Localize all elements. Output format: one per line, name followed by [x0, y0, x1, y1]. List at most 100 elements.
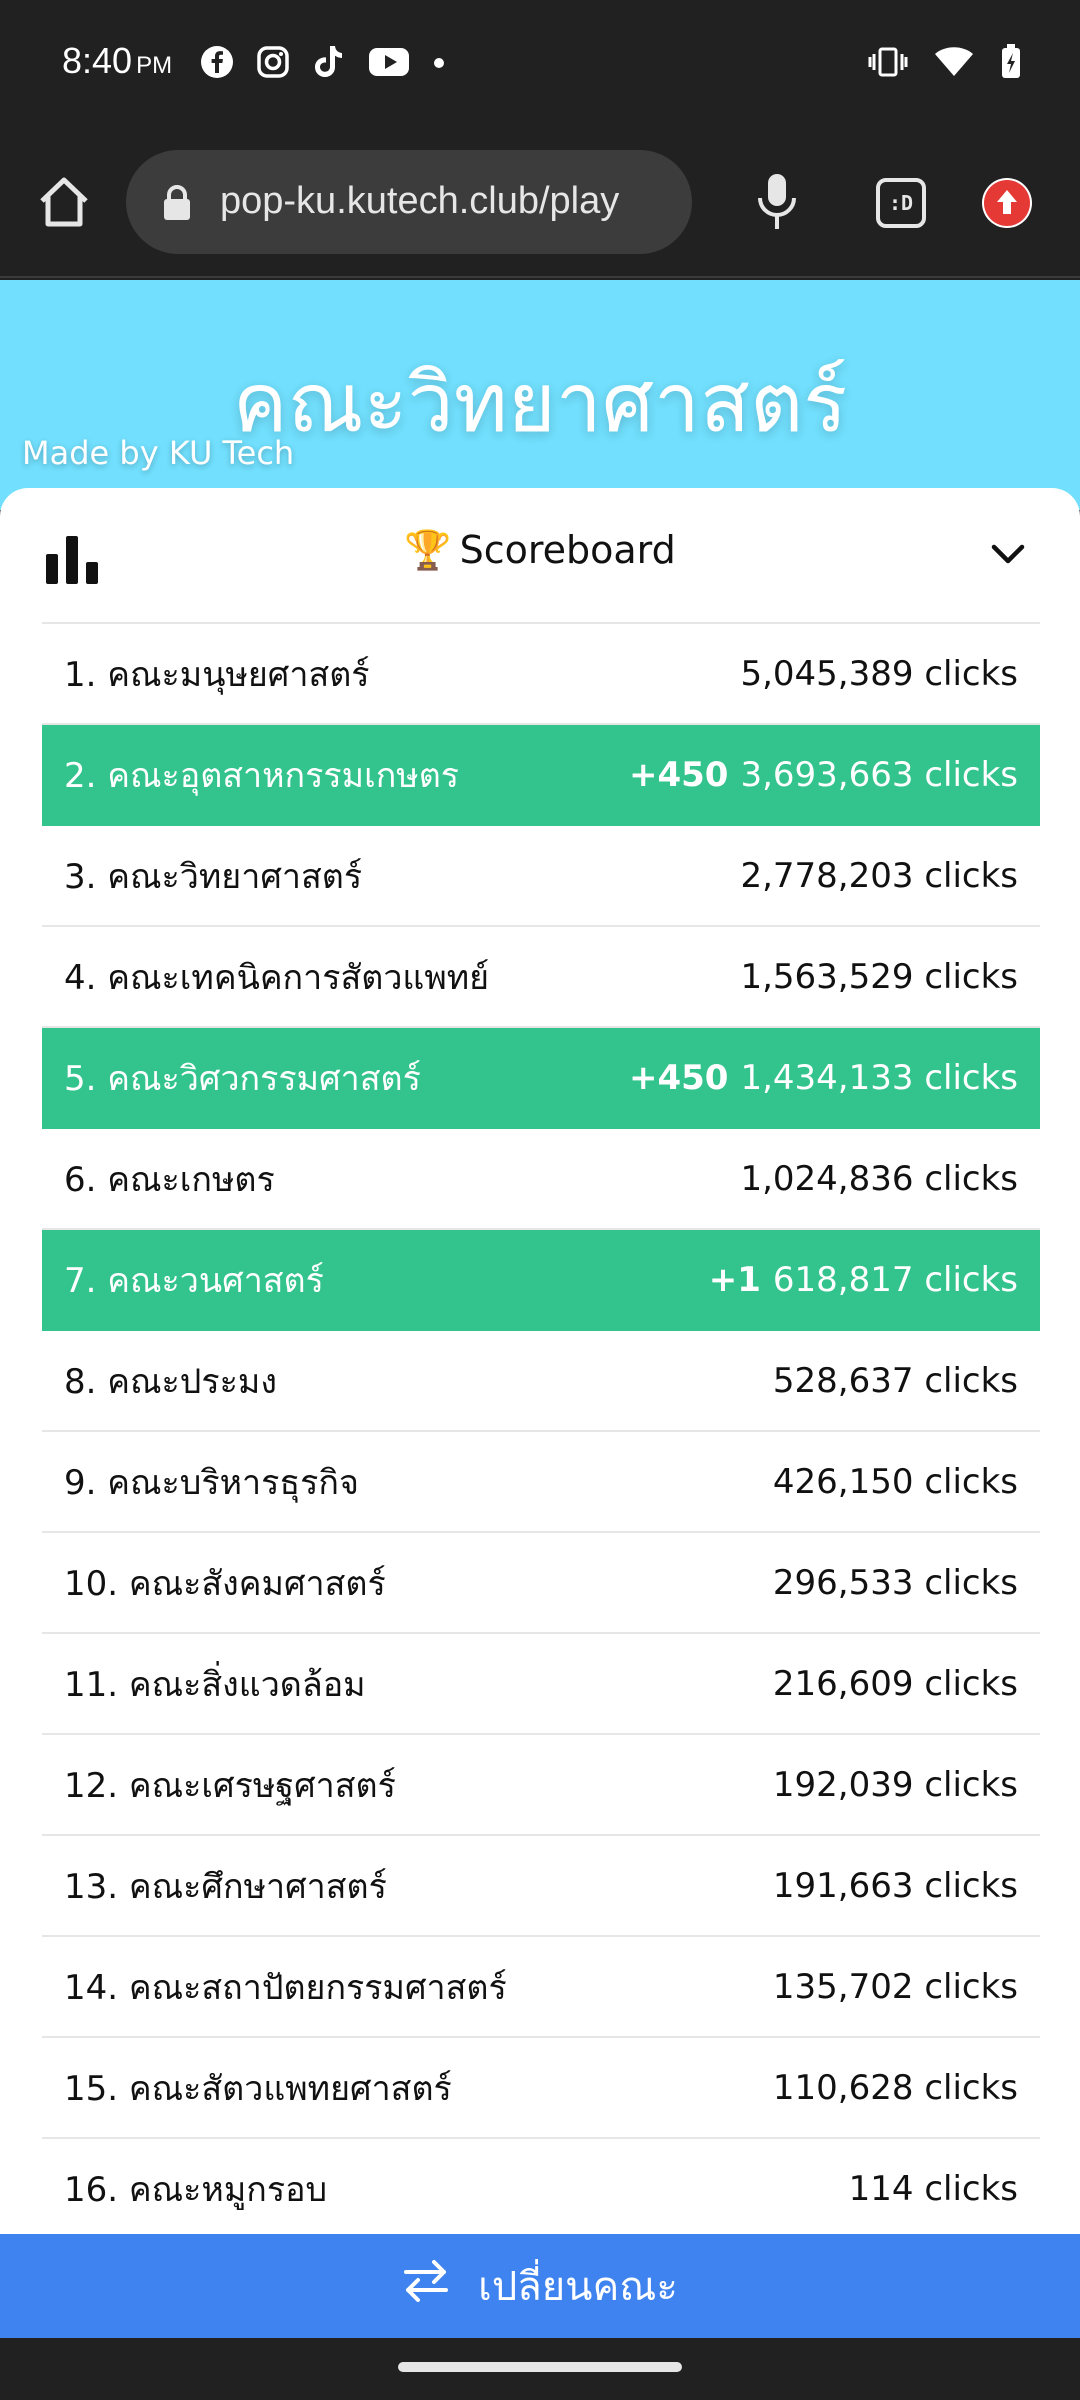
click-count: 528,637 clicks — [772, 1360, 1018, 1401]
faculty-name: 14. คณะสถาปัตยกรรมศาสตร์ — [64, 1967, 507, 2008]
home-icon — [40, 177, 88, 227]
click-count: 2,778,203 clicks — [740, 855, 1018, 896]
score-group: 192,039 clicks — [773, 1765, 1018, 1805]
clock-ampm: PM — [136, 52, 173, 79]
click-count: 114 clicks — [848, 2168, 1018, 2209]
faculty-name: 5. คณะวิศวกรรมศาสตร์ — [64, 1058, 421, 1099]
score-group: +450 1,434,133 clicks — [629, 1058, 1018, 1098]
swap-arrows-icon — [402, 2258, 450, 2314]
score-group: 114 clicks — [849, 2169, 1018, 2209]
faculty-name: 16. คณะหมูกรอบ — [64, 2169, 328, 2210]
update-button[interactable] — [982, 178, 1032, 228]
click-count: 216,609 clicks — [772, 1663, 1018, 1704]
scoreboard-row: 9. คณะบริหารธุรกิจ 426,150 clicks — [42, 1432, 1040, 1533]
update-arrow-icon — [984, 180, 1030, 226]
click-count: 1,563,529 clicks — [740, 956, 1018, 997]
lock-icon — [162, 184, 192, 226]
score-group: 1,563,529 clicks — [740, 957, 1018, 997]
tiktok-icon — [312, 44, 346, 84]
score-delta: +450 — [629, 754, 729, 795]
score-group: 528,637 clicks — [773, 1361, 1018, 1401]
credit-text: Made by KU Tech — [22, 434, 295, 472]
home-button[interactable] — [36, 174, 92, 230]
scoreboard-row: 10. คณะสังคมศาสตร์ 296,533 clicks — [42, 1533, 1040, 1634]
vibrate-icon — [868, 47, 908, 81]
click-count: 426,150 clicks — [772, 1461, 1018, 1502]
score-group: 426,150 clicks — [773, 1462, 1018, 1502]
scoreboard-row: 11. คณะสิ่งแวดล้อม 216,609 clicks — [42, 1634, 1040, 1735]
dot-icon — [432, 55, 446, 74]
faculty-name: 3. คณะวิทยาศาสตร์ — [64, 856, 363, 897]
microphone-icon — [758, 174, 796, 229]
scoreboard-row: 3. คณะวิทยาศาสตร์ 2,778,203 clicks — [42, 826, 1040, 927]
switch-faculty-label: เปลี่ยนคณะ — [478, 2264, 678, 2310]
scoreboard-row: 4. คณะเทคนิคการสัตวแพทย์ 1,563,529 clicks — [42, 927, 1040, 1028]
chevron-down-icon[interactable] — [990, 536, 1026, 576]
score-group: +450 3,693,663 clicks — [629, 755, 1018, 795]
faculty-name: 12. คณะเศรษฐศาสตร์ — [64, 1765, 396, 1806]
wifi-icon — [934, 46, 974, 82]
youtube-icon — [368, 46, 410, 82]
score-group: +1 618,817 clicks — [709, 1260, 1018, 1300]
scoreboard-row: 5. คณะวิศวกรรมศาสตร์ +450 1,434,133 clicks — [42, 1028, 1040, 1129]
score-group: 191,663 clicks — [773, 1866, 1018, 1906]
faculty-name: 4. คณะเทคนิคการสัตวแพทย์ — [64, 957, 490, 998]
click-count: 1,434,133 clicks — [740, 1057, 1018, 1098]
scoreboard-row: 6. คณะเกษตร 1,024,836 clicks — [42, 1129, 1040, 1230]
score-group: 296,533 clicks — [773, 1563, 1018, 1603]
score-group: 2,778,203 clicks — [740, 856, 1018, 896]
faculty-name: 10. คณะสังคมศาสตร์ — [64, 1563, 386, 1604]
scoreboard-row: 14. คณะสถาปัตยกรรมศาสตร์ 135,702 clicks — [42, 1937, 1040, 2038]
scoreboard-row: 15. คณะสัตวแพทยศาสตร์ 110,628 clicks — [42, 2038, 1040, 2139]
click-count: 5,045,389 clicks — [740, 653, 1018, 694]
scoreboard-row: 13. คณะศึกษาศาสตร์ 191,663 clicks — [42, 1836, 1040, 1937]
instagram-icon — [256, 45, 290, 83]
switch-faculty-button[interactable]: เปลี่ยนคณะ — [0, 2234, 1080, 2338]
faculty-name: 15. คณะสัตวแพทยศาสตร์ — [64, 2068, 452, 2109]
address-bar[interactable]: pop-ku.kutech.club/play — [126, 150, 692, 254]
click-count: 3,693,663 clicks — [740, 754, 1018, 795]
scoreboard-row: 2. คณะอุตสาหกรรมเกษตร +450 3,693,663 click… — [42, 725, 1040, 826]
notification-icons — [200, 44, 446, 84]
click-count: 110,628 clicks — [772, 2067, 1018, 2108]
faculty-name: 1. คณะมนุษยศาสตร์ — [64, 654, 370, 695]
browser-toolbar: pop-ku.kutech.club/play :D — [0, 128, 1080, 278]
faculty-name: 13. คณะศึกษาศาสตร์ — [64, 1866, 387, 1907]
click-count: 1,024,836 clicks — [740, 1158, 1018, 1199]
faculty-name: 7. คณะวนศาสตร์ — [64, 1260, 324, 1301]
score-group: 216,609 clicks — [773, 1664, 1018, 1704]
faculty-name: 2. คณะอุตสาหกรรมเกษตร — [64, 755, 460, 796]
url-text[interactable]: pop-ku.kutech.club/play — [220, 180, 619, 223]
scoreboard-row: 12. คณะเศรษฐศาสตร์ 192,039 clicks — [42, 1735, 1040, 1836]
faculty-name: 11. คณะสิ่งแวดล้อม — [64, 1664, 366, 1705]
scoreboard-label: Scoreboard — [459, 528, 676, 572]
click-count: 618,817 clicks — [772, 1259, 1018, 1300]
scoreboard-title: 🏆 Scoreboard — [0, 528, 1080, 573]
click-count: 191,663 clicks — [772, 1865, 1018, 1906]
scoreboard-row: 7. คณะวนศาสตร์ +1 618,817 clicks — [42, 1230, 1040, 1331]
battery-charging-icon — [1000, 44, 1022, 84]
home-gesture-handle[interactable] — [398, 2362, 682, 2372]
faculty-name: 8. คณะประมง — [64, 1361, 277, 1402]
tab-switcher-button[interactable]: :D — [876, 178, 926, 228]
scoreboard-header[interactable]: 🏆 Scoreboard — [0, 488, 1080, 624]
facebook-icon — [200, 45, 234, 83]
system-icons — [868, 44, 1022, 84]
score-group: 110,628 clicks — [773, 2068, 1018, 2108]
click-count: 296,533 clicks — [772, 1562, 1018, 1603]
faculty-name: 6. คณะเกษตร — [64, 1159, 275, 1200]
navigation-bar — [0, 2338, 1080, 2400]
score-group: 5,045,389 clicks — [740, 654, 1018, 694]
score-delta: +450 — [629, 1057, 729, 1098]
scoreboard-list: 1. คณะมนุษยศาสตร์ 5,045,389 clicks 2. คณะอ… — [42, 622, 1040, 2234]
scoreboard-panel: 🏆 Scoreboard 1. คณะมนุษยศาสตร์ 5,045,389 c… — [0, 488, 1080, 2234]
faculty-name: 9. คณะบริหารธุรกิจ — [64, 1462, 359, 1503]
scoreboard-row: 8. คณะประมง 528,637 clicks — [42, 1331, 1040, 1432]
scoreboard-row: 1. คณะมนุษยศาสตร์ 5,045,389 clicks — [42, 624, 1040, 725]
click-count: 192,039 clicks — [772, 1764, 1018, 1805]
voice-search-button[interactable] — [752, 172, 802, 232]
trophy-icon: 🏆 — [404, 528, 452, 572]
status-bar: 8:40 PM — [0, 0, 1080, 128]
clock: 8:40 PM — [62, 40, 172, 82]
score-group: 135,702 clicks — [773, 1967, 1018, 2007]
